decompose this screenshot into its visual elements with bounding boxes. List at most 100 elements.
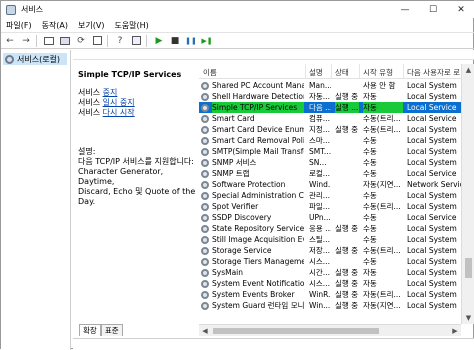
- scroll-right-icon[interactable]: ▶: [449, 325, 461, 337]
- table-row[interactable]: Storage Service 저장... 실행 중 수동(트리... Local Sy…: [199, 245, 461, 256]
- table-row[interactable]: Smart Card 컴퓨... 수동(트리... Local Service: [199, 113, 461, 124]
- service-gear-icon: [201, 115, 209, 123]
- cell-name: Spot Verifier: [212, 202, 259, 211]
- cell-logon-as: Local System: [407, 257, 457, 266]
- menu-view[interactable]: 보기(V): [73, 20, 109, 31]
- cell-description: Win...: [309, 301, 331, 310]
- toolbar-divider: [36, 34, 37, 47]
- window-title: 서비스: [21, 5, 44, 14]
- cell-name: SysMain: [212, 268, 244, 277]
- service-gear-icon: [201, 126, 209, 134]
- column-header-logon-as[interactable]: 다음 사용자로 로: [407, 67, 460, 78]
- close-button[interactable]: ✕: [447, 1, 474, 18]
- cell-status: [335, 179, 359, 190]
- table-row[interactable]: System Event Notification ... 시스... 실행 중 자동…: [199, 278, 461, 289]
- table-row[interactable]: SNMP 트랩 로컬... 수동 Local Service: [199, 168, 461, 179]
- table-row[interactable]: Shell Hardware Detection 자동... 실행 중 자동 Local…: [199, 91, 461, 102]
- cell-description: 시간...: [309, 268, 330, 277]
- table-row[interactable]: SysMain 시간... 실행 중 자동 Local System: [199, 267, 461, 278]
- table-row-selected[interactable]: Simple TCP/IP Services 다음 ... 실행 ... 자동 Loca…: [199, 102, 461, 113]
- table-row[interactable]: SMTP(Simple Mail Transfer... SMT... 수동 Loca…: [199, 146, 461, 157]
- tab-standard[interactable]: 표준: [100, 324, 123, 336]
- main-pane: Simple TCP/IP Services 서비스 중지 서비스 일시 중지 …: [73, 50, 474, 350]
- stop-service-icon[interactable]: ■: [168, 34, 182, 47]
- maximize-button[interactable]: ☐: [419, 1, 447, 18]
- table-row[interactable]: System Events Broker WinR... 실행 중 자동(트리... L…: [199, 289, 461, 300]
- vertical-scroll-thumb[interactable]: [465, 258, 472, 278]
- column-divider[interactable]: [331, 64, 332, 79]
- column-header-startup-type[interactable]: 시작 유형: [363, 67, 393, 78]
- scroll-left-icon[interactable]: ◀: [199, 325, 211, 337]
- scroll-up-icon[interactable]: ▲: [462, 64, 474, 76]
- table-row[interactable]: Smart Card Device Enumer... 지정... 실행 중 수동(트…: [199, 124, 461, 135]
- table-row[interactable]: SSDP Discovery UPn... 수동 Local Service: [199, 212, 461, 223]
- stop-service-link[interactable]: 중지: [103, 88, 118, 97]
- cell-status: 실행 중: [335, 224, 359, 233]
- tab-extended[interactable]: 확장: [79, 324, 101, 336]
- cell-description: 자동...: [309, 92, 330, 101]
- description-label: 설명:: [78, 147, 96, 156]
- cell-description: 스틸...: [309, 235, 330, 244]
- console-tree: 서비스(로컬): [1, 50, 71, 350]
- column-header-description[interactable]: 설명: [309, 67, 323, 78]
- table-row[interactable]: System Guard 런타임 모니... Win... 실행 중 자동(지연...…: [199, 300, 461, 311]
- service-gear-icon: [201, 280, 209, 288]
- title-bar: 서비스 — ☐ ✕: [1, 1, 474, 18]
- column-divider[interactable]: [359, 64, 360, 79]
- table-row[interactable]: Shared PC Account Manager Man... 사용 안 함 Loc…: [199, 80, 461, 91]
- cell-logon-as: Local System: [407, 136, 457, 145]
- cell-name: Still Image Acquisition Eve...: [212, 235, 304, 244]
- cell-description: UPn...: [309, 213, 331, 222]
- pause-service-link[interactable]: 일시 중지: [103, 98, 135, 107]
- refresh-icon[interactable]: ⟳: [74, 34, 88, 47]
- gear-icon: [5, 54, 14, 64]
- scroll-down-icon[interactable]: ▼: [462, 312, 474, 324]
- toolbar: ← → ⟳ ? ▶ ■ ❚❚ ▶❚: [1, 32, 474, 49]
- table-row[interactable]: Still Image Acquisition Eve... 스틸... 수동 Loc…: [199, 234, 461, 245]
- restart-service-link[interactable]: 다시 시작: [103, 108, 135, 117]
- restart-service-icon[interactable]: ▶❚: [200, 34, 214, 47]
- help-icon[interactable]: ?: [113, 34, 127, 47]
- stop-word: 서비스: [78, 88, 101, 97]
- service-gear-icon: [201, 159, 209, 167]
- cell-logon-as: Local System: [407, 81, 457, 90]
- cell-status: [335, 256, 359, 267]
- back-icon[interactable]: ←: [3, 34, 17, 47]
- table-row[interactable]: Storage Tiers Management 시스... 수동 Local Sys…: [199, 256, 461, 267]
- service-gear-icon: [201, 93, 209, 101]
- table-row[interactable]: Software Protection Wind... 자동(지연... Networ…: [199, 179, 461, 190]
- minimize-button[interactable]: —: [391, 1, 419, 18]
- column-header-name[interactable]: 이름: [203, 67, 217, 78]
- forward-icon[interactable]: →: [19, 34, 33, 47]
- cell-startup-type: 자동(지연...: [363, 180, 401, 189]
- cell-startup-type: 사용 안 함: [363, 81, 396, 90]
- table-row[interactable]: SNMP 서비스 SN... 수동 Local System: [199, 157, 461, 168]
- console-tree-icon[interactable]: [42, 34, 56, 47]
- table-row[interactable]: State Repository Service 응용 ... 실행 중 수동 Loca…: [199, 223, 461, 234]
- menu-action[interactable]: 동작(A): [37, 20, 73, 31]
- cell-name: Shell Hardware Detection: [212, 92, 304, 101]
- column-divider[interactable]: [403, 64, 404, 79]
- export-list-icon[interactable]: [90, 34, 104, 47]
- pause-service-icon[interactable]: ❚❚: [184, 34, 198, 47]
- table-row[interactable]: Smart Card Removal Policy 스마... 수동 Local Sy…: [199, 135, 461, 146]
- toolbar-divider: [107, 34, 108, 47]
- cell-name: SSDP Discovery: [212, 213, 272, 222]
- show-hide-icon[interactable]: [58, 34, 72, 47]
- menu-help[interactable]: 도움말(H): [109, 20, 153, 31]
- menu-file[interactable]: 파일(F): [1, 20, 37, 31]
- column-divider[interactable]: [305, 64, 306, 79]
- service-gear-icon: [201, 302, 209, 310]
- cell-description: WinR...: [309, 290, 331, 299]
- horizontal-scrollbar[interactable]: ◀ ▶: [199, 324, 461, 336]
- cell-startup-type: 수동(트리...: [363, 114, 401, 123]
- horizontal-scroll-thumb[interactable]: [213, 328, 379, 334]
- properties-icon[interactable]: [129, 34, 143, 47]
- tree-node-services-local[interactable]: 서비스(로컬): [3, 53, 67, 65]
- column-header-status[interactable]: 상태: [335, 67, 349, 78]
- vertical-scrollbar[interactable]: ▲ ▼: [461, 64, 474, 324]
- table-row[interactable]: Spot Verifier 파일... 수동(트리... Local System: [199, 201, 461, 212]
- start-service-icon[interactable]: ▶: [152, 34, 166, 47]
- cell-logon-as: Network Service: [407, 180, 461, 189]
- table-row[interactable]: Special Administration Con... 관리... 수동 Loca…: [199, 190, 461, 201]
